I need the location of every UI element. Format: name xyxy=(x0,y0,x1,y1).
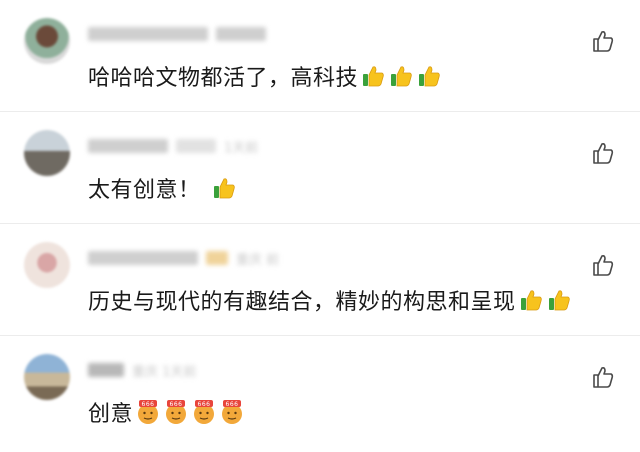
666-face-icon: 666 xyxy=(138,400,159,424)
thumbs-up-icon xyxy=(363,66,384,87)
thumbs-up-icon xyxy=(419,66,440,87)
thumbs-up-icon xyxy=(548,290,570,311)
badge-blurred xyxy=(206,251,228,265)
comment-text-row: 创意 666 666 666 666 xyxy=(88,396,245,428)
comment-text: 哈哈哈文物都活了，高科技 xyxy=(88,66,359,91)
svg-text:666: 666 xyxy=(170,401,183,408)
like-icon[interactable] xyxy=(590,252,616,278)
location-blurred xyxy=(216,27,266,41)
comment-meta: 1天前 xyxy=(88,138,259,156)
avatar[interactable] xyxy=(24,242,70,288)
avatar[interactable] xyxy=(24,354,70,400)
comment-text: 太有创意！ xyxy=(88,178,201,203)
comment-meta: 重庆 前 xyxy=(88,250,280,268)
comment-item: 重庆 前 历史与现代的有趣结合，精妙的构思和呈现 xyxy=(0,224,640,336)
avatar[interactable] xyxy=(24,130,70,176)
comment-time: 1天前 xyxy=(224,140,259,156)
comment-time: 重庆 前 xyxy=(236,252,280,268)
location-blurred xyxy=(176,139,216,153)
like-icon[interactable] xyxy=(590,140,616,166)
comment-meta xyxy=(88,26,274,42)
comment-text-row: 哈哈哈文物都活了，高科技 xyxy=(88,60,442,92)
username-blurred[interactable] xyxy=(88,251,198,265)
comment-text-row: 太有创意！ xyxy=(88,172,237,204)
thumbs-up-icon xyxy=(391,66,412,87)
comment-item: 1天前 太有创意！ xyxy=(0,112,640,224)
666-face-icon: 666 xyxy=(194,400,215,424)
comment-item: 哈哈哈文物都活了，高科技 xyxy=(0,0,640,112)
username-blurred[interactable] xyxy=(88,139,168,153)
username-blurred[interactable] xyxy=(88,363,124,377)
comment-meta: 重庆 1天前 xyxy=(88,362,197,380)
thumbs-up-icon xyxy=(213,178,235,199)
svg-text:666: 666 xyxy=(198,401,211,408)
svg-text:666: 666 xyxy=(226,401,239,408)
666-face-icon: 666 xyxy=(222,400,243,424)
svg-text:666: 666 xyxy=(142,401,155,408)
avatar[interactable] xyxy=(24,18,70,64)
comment-text-row: 历史与现代的有趣结合，精妙的构思和呈现 xyxy=(88,284,572,316)
like-icon[interactable] xyxy=(590,364,616,390)
comment-text: 创意 xyxy=(88,402,134,427)
thumbs-up-icon xyxy=(520,290,542,311)
username-blurred[interactable] xyxy=(88,27,208,41)
comment-time: 重庆 1天前 xyxy=(132,364,197,380)
comment-text: 历史与现代的有趣结合，精妙的构思和呈现 xyxy=(88,290,516,315)
like-icon[interactable] xyxy=(590,28,616,54)
666-face-icon: 666 xyxy=(166,400,187,424)
comment-item: 重庆 1天前 创意 666 666 666 666 xyxy=(0,336,640,448)
